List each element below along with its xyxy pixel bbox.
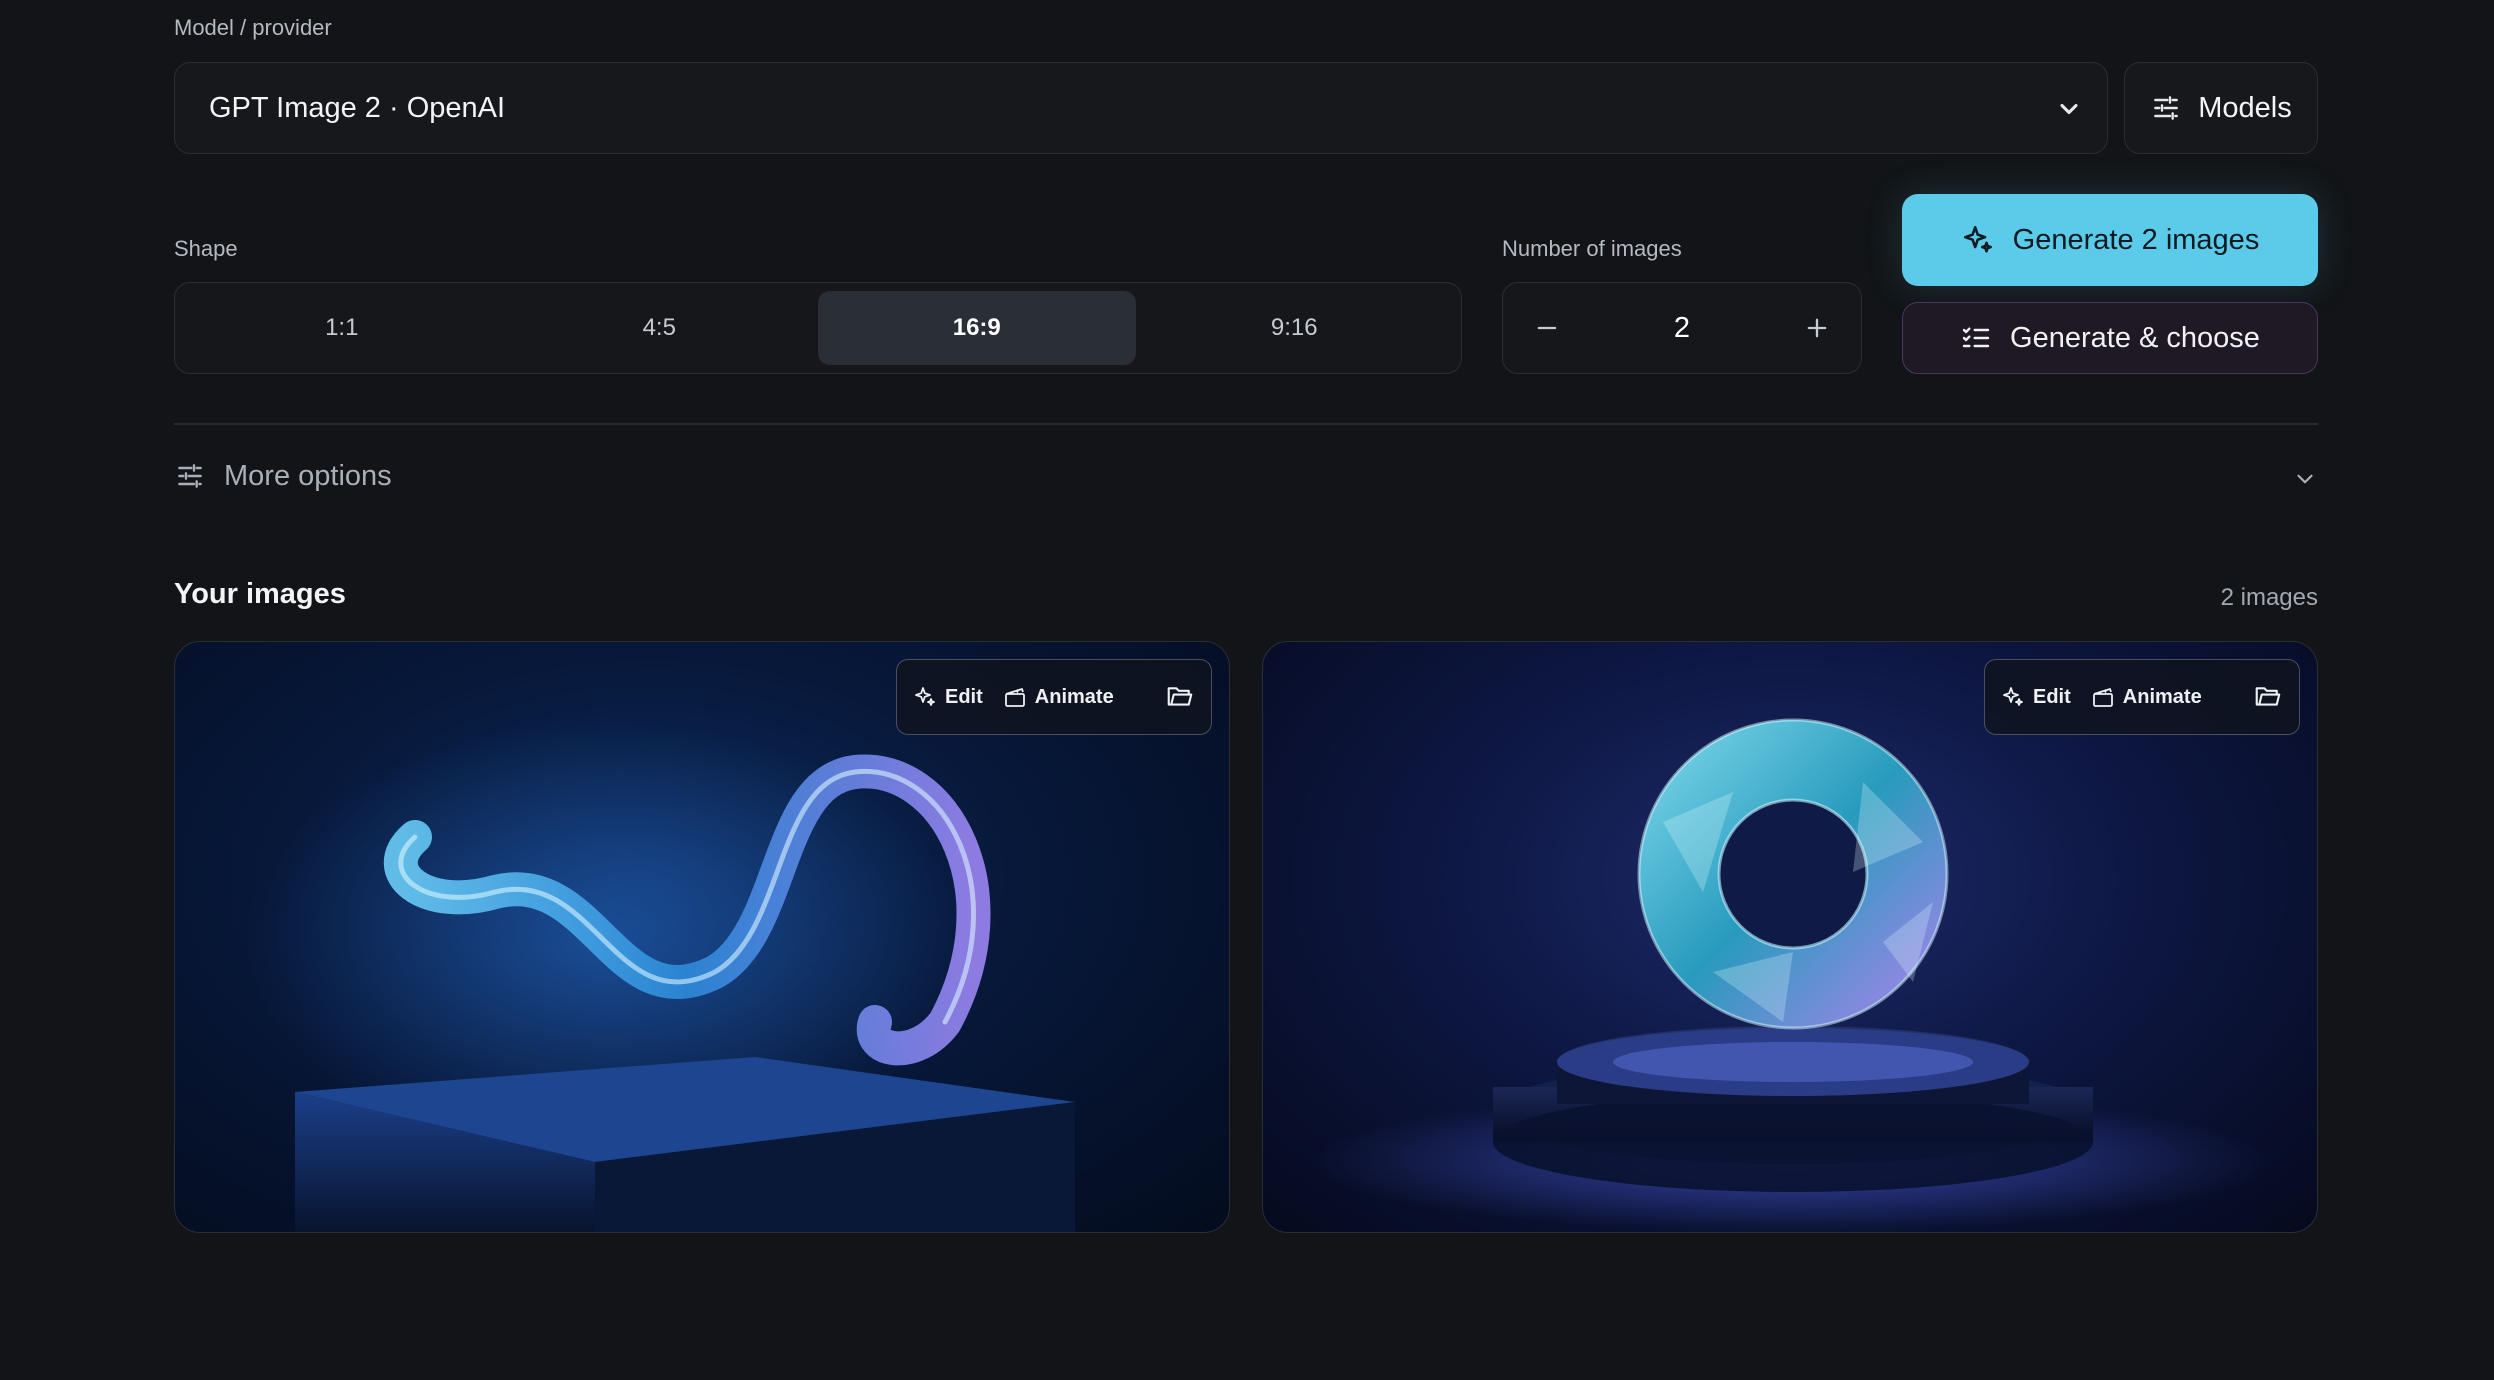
more-options-toggle[interactable]: More options	[174, 454, 2318, 498]
models-button[interactable]: Models	[2124, 62, 2318, 154]
checklist-icon	[1960, 322, 1992, 354]
shape-selector: 1:1 4:5 16:9 9:16	[174, 282, 1462, 374]
folder-icon	[1165, 682, 1195, 712]
generate-and-choose-label: Generate & choose	[2010, 321, 2260, 354]
folder-button[interactable]	[1165, 682, 1195, 712]
animate-label: Animate	[1034, 685, 1114, 708]
chevron-down-icon	[2292, 466, 2318, 492]
image-card[interactable]: Edit Animate	[1262, 641, 2318, 1233]
clapperboard-icon	[2091, 685, 2115, 709]
sparkles-icon	[1961, 223, 1995, 257]
image-generator-page: Model / provider GPT Image 2 · OpenAI Mo…	[0, 0, 2494, 1380]
generate-button-label: Generate 2 images	[2012, 223, 2260, 256]
animate-button[interactable]: Animate	[1003, 685, 1114, 709]
folder-icon	[2253, 682, 2283, 712]
clapperboard-icon	[1003, 685, 1027, 709]
edit-button[interactable]: Edit	[913, 685, 983, 709]
sparkles-icon	[2001, 685, 2025, 709]
sparkles-icon	[913, 685, 937, 709]
image-count-value: 2	[1673, 311, 1691, 344]
gallery-title: Your images	[174, 578, 346, 610]
image-card[interactable]: Edit Animate	[174, 641, 1230, 1233]
edit-label: Edit	[2033, 685, 2071, 708]
image-count-stepper: 2	[1502, 282, 1862, 374]
image-toolbar: Edit Animate	[1984, 659, 2300, 735]
generate-button[interactable]: Generate 2 images	[1902, 194, 2318, 286]
model-provider-label: Model / provider	[174, 15, 332, 40]
shape-label: Shape	[174, 236, 238, 261]
shape-option-1-1[interactable]: 1:1	[183, 291, 501, 365]
more-options-label: More options	[224, 459, 392, 492]
minus-icon[interactable]	[1533, 314, 1561, 342]
folder-button[interactable]	[2253, 682, 2283, 712]
models-button-label: Models	[2198, 91, 2292, 124]
sliders-icon	[2150, 92, 2182, 124]
shape-option-16-9[interactable]: 16:9	[818, 291, 1136, 365]
edit-button[interactable]: Edit	[2001, 685, 2071, 709]
animate-label: Animate	[2122, 685, 2202, 708]
divider	[174, 423, 2318, 425]
plus-icon[interactable]	[1803, 314, 1831, 342]
model-select[interactable]: GPT Image 2 · OpenAI	[174, 62, 2108, 154]
animate-button[interactable]: Animate	[2091, 685, 2202, 709]
generate-and-choose-button[interactable]: Generate & choose	[1902, 302, 2318, 374]
sliders-icon	[174, 460, 206, 492]
model-select-value: GPT Image 2 · OpenAI	[209, 91, 506, 124]
shape-option-4-5[interactable]: 4:5	[501, 291, 819, 365]
number-of-images-label: Number of images	[1502, 236, 1682, 261]
edit-label: Edit	[945, 685, 983, 708]
gallery-count: 2 images	[2220, 584, 2318, 611]
chevron-down-icon	[2055, 95, 2083, 123]
image-toolbar: Edit Animate	[896, 659, 1212, 735]
shape-option-9-16[interactable]: 9:16	[1136, 291, 1454, 365]
